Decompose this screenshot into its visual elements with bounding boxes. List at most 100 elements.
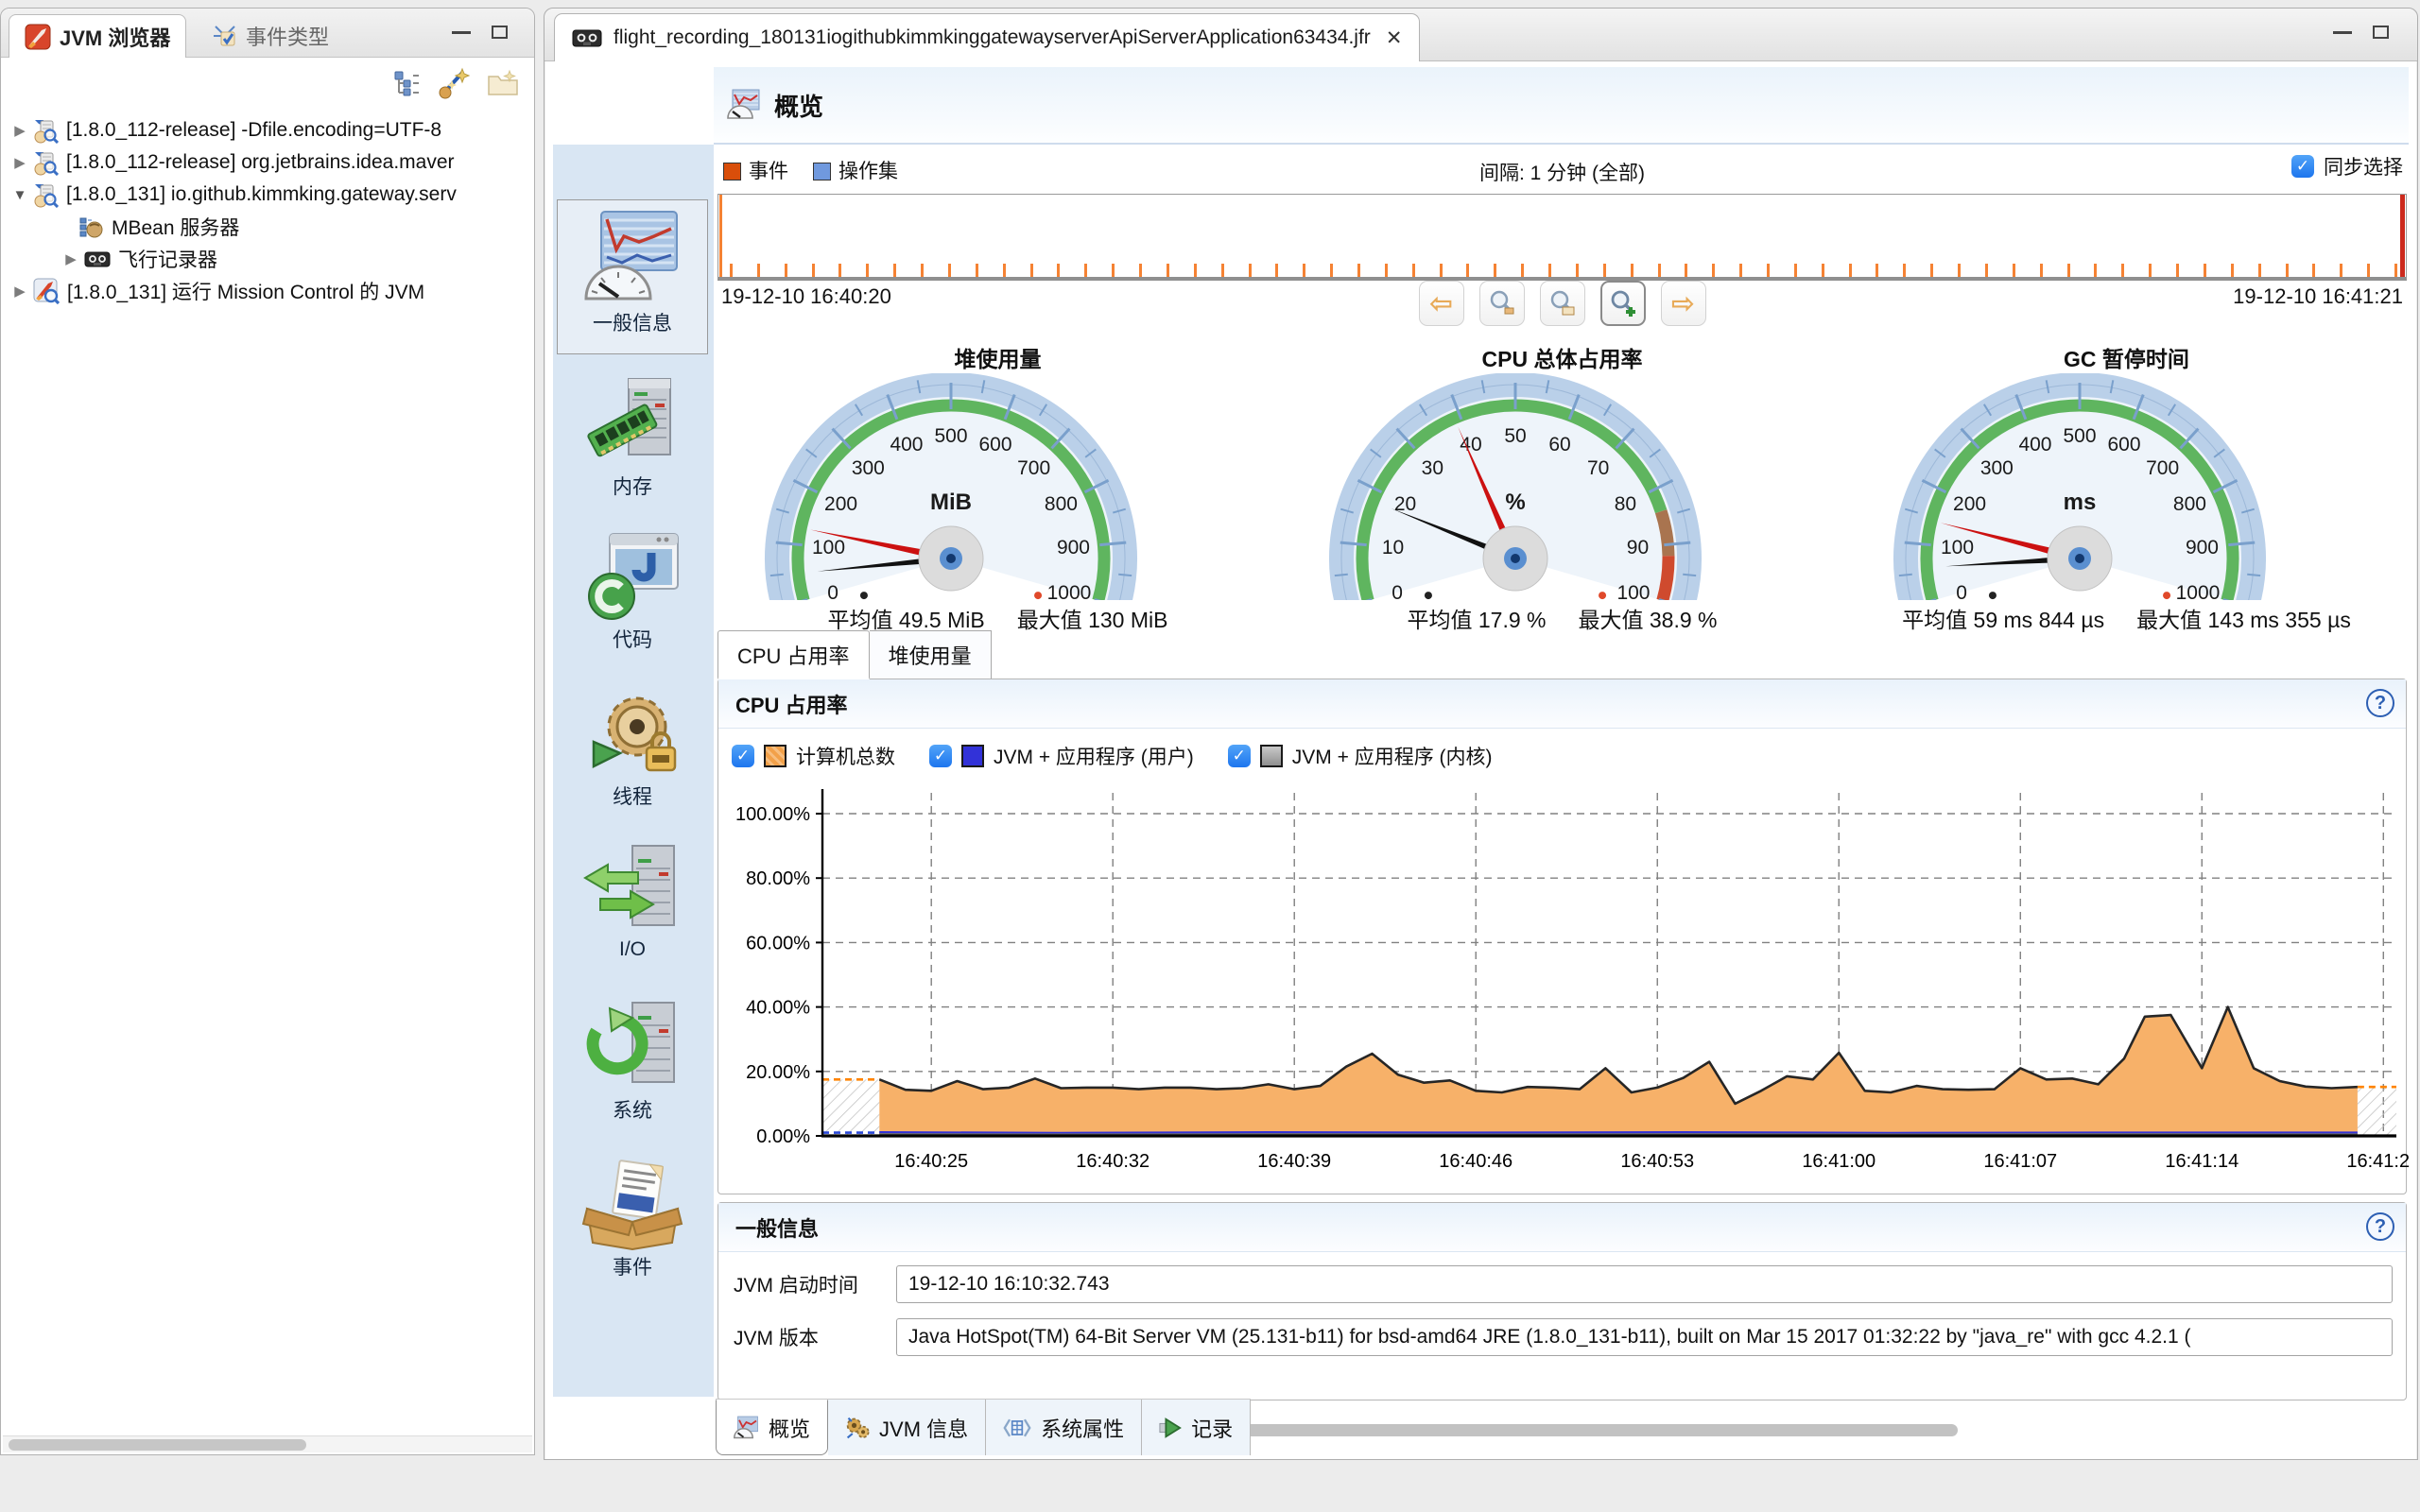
- svg-text:16:41:07: 16:41:07: [1983, 1151, 2057, 1172]
- new-connection-wizard-icon[interactable]: [438, 67, 470, 99]
- svg-text:1000: 1000: [1046, 582, 1091, 600]
- svg-text:20.00%: 20.00%: [746, 1062, 810, 1083]
- close-icon[interactable]: ✕: [1386, 26, 1403, 50]
- sidebar-item-label: 一般信息: [558, 308, 707, 336]
- sync-selection[interactable]: ✓ 同步选择: [2291, 152, 2403, 180]
- tree-row-mbean-server[interactable]: MBean 服务器: [1, 211, 534, 243]
- collapsed-arrow-icon[interactable]: ▶: [12, 122, 27, 139]
- code-icon: [583, 528, 682, 623]
- tree-row-label: [1.8.0_131] 运行 Mission Control 的 JVM: [67, 277, 424, 305]
- recording-timeline-strip[interactable]: [717, 194, 2407, 281]
- range-start-marker[interactable]: [719, 195, 722, 277]
- jvm-start-time-field[interactable]: 19-12-10 16:10:32.743: [896, 1265, 2393, 1303]
- tree-row[interactable]: ▶ [1.8.0_112-release] org.jetbrains.idea…: [1, 146, 534, 179]
- jvm-version-label: JVM 版本: [734, 1323, 896, 1351]
- svg-text:60: 60: [1548, 434, 1570, 455]
- flight-recording-tab[interactable]: flight_recording_180131iogithubkimmkingg…: [554, 13, 1420, 61]
- cpu-chart-legend: ✓计算机总数 ✓JVM + 应用程序 (用户) ✓JVM + 应用程序 (内核): [732, 742, 1493, 770]
- page-tab-system-properties[interactable]: 系统属性: [986, 1400, 1142, 1455]
- event-tick: [1139, 264, 1142, 277]
- sidebar-item-code[interactable]: 代码: [557, 521, 708, 676]
- general-info-header: 一般信息: [718, 1203, 2406, 1252]
- svg-text:900: 900: [1056, 537, 1089, 558]
- jvm-start-time-label: JVM 启动时间: [734, 1270, 896, 1298]
- expanded-arrow-icon[interactable]: ▼: [12, 187, 27, 203]
- tree-row-flight-recorder[interactable]: ▶ 飞行记录器: [1, 243, 534, 275]
- minimize-icon[interactable]: [452, 31, 471, 34]
- event-tick: [1958, 264, 1961, 277]
- cpu-chart[interactable]: 0.00%20.00%40.00%60.00%80.00%100.00%16:4…: [718, 782, 2411, 1183]
- event-tick: [2149, 264, 2152, 277]
- sidebar-item-memory[interactable]: 内存: [557, 364, 708, 519]
- jvm-start-time-row: JVM 启动时间 19-12-10 16:10:32.743: [734, 1265, 2393, 1303]
- jvm-browser-hscrollbar[interactable]: [3, 1435, 532, 1452]
- editor-window-controls: [2333, 26, 2389, 39]
- tab-event-types[interactable]: 事件类型: [198, 14, 344, 58]
- sidebar-item-label: 内存: [557, 472, 708, 500]
- event-tick: [1357, 264, 1360, 277]
- checkbox-checked-icon[interactable]: ✓: [1228, 745, 1251, 767]
- mbean-server-icon: [78, 215, 104, 240]
- zoom-range-button[interactable]: [1540, 281, 1585, 326]
- sidebar-item-io[interactable]: I/O: [557, 834, 708, 989]
- tree-row[interactable]: ▶ [1.8.0_112-release] -Dfile.encoding=UT…: [1, 114, 534, 146]
- event-tick: [1985, 264, 1988, 277]
- event-tick: [2340, 264, 2342, 277]
- collapsed-arrow-icon[interactable]: ▶: [63, 250, 78, 267]
- tab-heap-usage[interactable]: 堆使用量: [870, 630, 992, 679]
- sidebar-item-threads[interactable]: 线程: [557, 678, 708, 833]
- tree-layout-icon[interactable]: [392, 69, 421, 97]
- page-tab-overview[interactable]: 概览: [716, 1400, 828, 1455]
- page-tab-jvm-info[interactable]: JVM 信息: [828, 1400, 986, 1455]
- legend-machine-total[interactable]: ✓计算机总数: [732, 742, 895, 770]
- sidebar-item-events[interactable]: 事件: [557, 1148, 708, 1303]
- maximize-icon[interactable]: [492, 26, 508, 39]
- arrow-right-icon: ⇨: [1671, 287, 1695, 320]
- event-tick: [976, 264, 978, 277]
- checkbox-checked-icon[interactable]: ✓: [929, 745, 952, 767]
- collapsed-arrow-icon[interactable]: ▶: [12, 154, 27, 171]
- page-tab-recording[interactable]: 记录: [1142, 1400, 1251, 1455]
- event-tick: [2204, 264, 2206, 277]
- page-title: 概览: [774, 88, 823, 123]
- tree-row[interactable]: ▼ [1.8.0_131] io.github.kimmking.gateway…: [1, 179, 534, 211]
- open-folder-icon[interactable]: [487, 69, 519, 97]
- hscrollbar-thumb[interactable]: [9, 1439, 306, 1451]
- tree-row-mc-jvm[interactable]: ▶ [1.8.0_131] 运行 Mission Control 的 JVM: [1, 275, 534, 307]
- sidebar-item-general[interactable]: 一般信息: [557, 199, 708, 354]
- gauges-row: 堆使用量 01002003004005006007008009001000MiB…: [716, 334, 2409, 627]
- svg-text:0: 0: [1392, 582, 1403, 600]
- jvm-connection-icon: [33, 118, 59, 144]
- minimize-icon[interactable]: [2333, 31, 2352, 34]
- range-end-marker[interactable]: [2400, 195, 2405, 277]
- legend-jvm-user[interactable]: ✓JVM + 应用程序 (用户): [929, 742, 1194, 770]
- collapsed-arrow-icon[interactable]: ▶: [12, 283, 27, 300]
- tab-cpu-usage[interactable]: CPU 占用率: [717, 630, 870, 679]
- checkbox-checked-icon[interactable]: ✓: [732, 745, 754, 767]
- help-icon[interactable]: ?: [2366, 689, 2394, 717]
- svg-text:700: 700: [1017, 457, 1050, 479]
- svg-text:800: 800: [2172, 493, 2205, 515]
- pan-left-button[interactable]: ⇦: [1419, 281, 1464, 326]
- svg-text:500: 500: [934, 425, 967, 447]
- gears-icon: [845, 1416, 870, 1440]
- help-icon[interactable]: ?: [2366, 1212, 2394, 1241]
- gauge-stats: 平均值 17.9 %最大值 38.9 %: [1288, 602, 1837, 634]
- svg-text:90: 90: [1626, 537, 1648, 558]
- arrow-left-icon: ⇦: [1429, 287, 1453, 320]
- event-tick: [812, 264, 815, 277]
- sidebar-item-label: 系统: [557, 1095, 708, 1124]
- event-tick: [1767, 264, 1770, 277]
- jvm-version-field[interactable]: Java HotSpot(TM) 64-Bit Server VM (25.13…: [896, 1318, 2393, 1356]
- magnifier-plus-icon: [1609, 289, 1637, 318]
- event-tick: [1303, 264, 1305, 277]
- tab-jvm-browser[interactable]: JVM 浏览器: [9, 14, 186, 58]
- pan-right-button[interactable]: ⇨: [1661, 281, 1706, 326]
- zoom-in-button[interactable]: [1600, 281, 1646, 326]
- maximize-icon[interactable]: [2373, 26, 2389, 39]
- legend-jvm-kernel[interactable]: ✓JVM + 应用程序 (内核): [1228, 742, 1493, 770]
- zoom-out-button[interactable]: [1479, 281, 1525, 326]
- event-tick: [1822, 264, 1824, 277]
- sidebar-item-system[interactable]: 系统: [557, 991, 708, 1146]
- checkbox-checked-icon[interactable]: ✓: [2291, 155, 2314, 178]
